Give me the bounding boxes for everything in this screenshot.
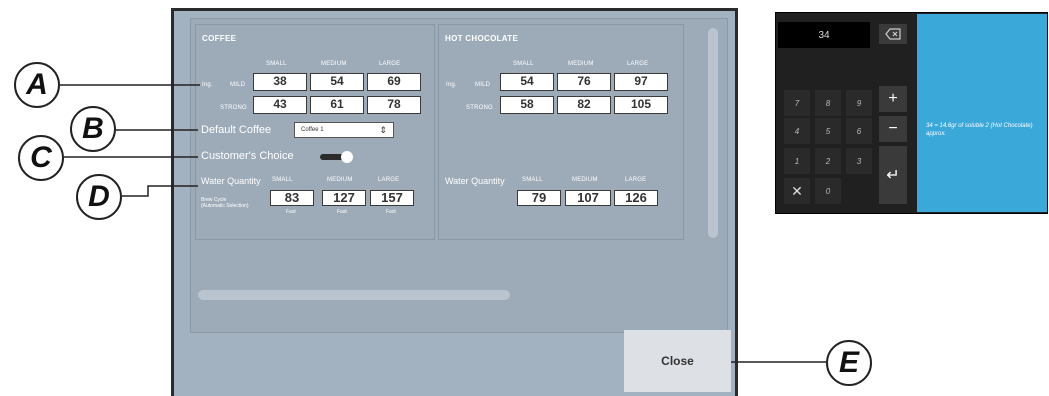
- keypad-conversion-message: 34 = 14.6gr of soluble 2 (Hot Chocolate)…: [926, 123, 1033, 137]
- hot-chocolate-section: [438, 24, 684, 240]
- hc-strong-small-field[interactable]: 58: [500, 96, 554, 114]
- hot-chocolate-title: HOT CHOCOLATE: [445, 34, 519, 43]
- default-coffee-value: Coffee 1: [301, 127, 324, 133]
- minus-key[interactable]: −: [879, 116, 907, 142]
- backspace-key[interactable]: [879, 24, 907, 44]
- coffee-mild-large-field[interactable]: 69: [367, 73, 421, 91]
- hc-water-size-large: LARGE: [625, 177, 647, 183]
- enter-icon: ↵: [886, 167, 900, 184]
- key-2[interactable]: 2: [815, 148, 841, 174]
- coffee-strong-label: STRONG: [220, 105, 247, 111]
- hc-mild-large-field[interactable]: 97: [614, 73, 668, 91]
- coffee-strong-small-field[interactable]: 43: [253, 96, 307, 114]
- callout-c: C: [18, 135, 64, 181]
- coffee-mild-medium-field[interactable]: 54: [310, 73, 364, 91]
- close-icon: ✕: [791, 182, 803, 199]
- customer-choice-toggle[interactable]: [320, 151, 354, 163]
- chevron-updown-icon: ⇕: [379, 125, 387, 135]
- coffee-mild-small-field[interactable]: 38: [253, 73, 307, 91]
- hc-mild-label: MILD: [475, 82, 491, 88]
- coffee-title: COFFEE: [202, 34, 237, 43]
- callout-a: A: [14, 62, 60, 108]
- customer-choice-label: Customer's Choice: [201, 150, 294, 162]
- plus-icon: +: [888, 90, 898, 107]
- coffee-strong-medium-field[interactable]: 61: [310, 96, 364, 114]
- hc-mild-medium-field[interactable]: 76: [557, 73, 611, 91]
- callout-b: B: [70, 106, 116, 152]
- coffee-size-small: SMALL: [266, 61, 287, 67]
- keypad-display: 34: [778, 22, 870, 48]
- keypad-info-panel: [917, 14, 1047, 212]
- coffee-water-large-field[interactable]: 157: [370, 190, 414, 206]
- coffee-strong-large-field[interactable]: 78: [367, 96, 421, 114]
- hc-size-large: LARGE: [627, 61, 649, 67]
- clear-key[interactable]: ✕: [784, 178, 810, 204]
- key-5[interactable]: 5: [815, 118, 841, 144]
- hc-water-size-small: SMALL: [522, 177, 543, 183]
- key-0[interactable]: 0: [815, 178, 841, 204]
- horizontal-scrollbar[interactable]: [198, 290, 510, 300]
- brew-large-value: Fast: [386, 209, 396, 215]
- enter-key[interactable]: ↵: [879, 146, 907, 204]
- key-1[interactable]: 1: [784, 148, 810, 174]
- key-4[interactable]: 4: [784, 118, 810, 144]
- coffee-water-size-large: LARGE: [378, 177, 400, 183]
- brew-small-value: Fast: [286, 209, 296, 215]
- vertical-scrollbar[interactable]: [708, 28, 718, 238]
- coffee-water-medium-field[interactable]: 127: [322, 190, 366, 206]
- coffee-water-size-small: SMALL: [272, 177, 293, 183]
- brew-cycle-label: Brew Cycle (Automatic Selection): [201, 197, 249, 209]
- callout-e: E: [826, 340, 872, 386]
- coffee-water-small-field[interactable]: 83: [270, 190, 314, 206]
- default-coffee-label: Default Coffee: [201, 124, 272, 136]
- minus-icon: −: [888, 120, 898, 137]
- hc-water-large-field[interactable]: 126: [614, 190, 658, 206]
- key-3[interactable]: 3: [846, 148, 872, 174]
- callout-d: D: [76, 174, 122, 220]
- hc-strong-large-field[interactable]: 105: [614, 96, 668, 114]
- hc-strong-medium-field[interactable]: 82: [557, 96, 611, 114]
- hc-water-small-field[interactable]: 79: [517, 190, 561, 206]
- key-8[interactable]: 8: [815, 90, 841, 116]
- coffee-ing-label: Ing.: [202, 82, 213, 88]
- hc-size-small: SMALL: [513, 61, 534, 67]
- hc-size-medium: MEDIUM: [568, 61, 594, 67]
- close-button[interactable]: Close: [624, 330, 731, 392]
- key-9[interactable]: 9: [846, 90, 872, 116]
- default-coffee-select[interactable]: Coffee 1 ⇕: [294, 122, 394, 138]
- key-6[interactable]: 6: [846, 118, 872, 144]
- coffee-size-large: LARGE: [379, 61, 401, 67]
- plus-key[interactable]: +: [879, 86, 907, 112]
- hc-water-medium-field[interactable]: 107: [565, 190, 611, 206]
- hc-water-label: Water Quantity: [445, 176, 505, 186]
- coffee-water-size-medium: MEDIUM: [327, 177, 353, 183]
- brew-medium-value: Fast: [337, 209, 347, 215]
- hc-ing-label: Ing.: [446, 82, 457, 88]
- coffee-size-medium: MEDIUM: [321, 61, 347, 67]
- coffee-water-label: Water Quantity: [201, 176, 261, 186]
- backspace-icon: [885, 28, 901, 40]
- hc-water-size-medium: MEDIUM: [572, 177, 598, 183]
- hc-mild-small-field[interactable]: 54: [500, 73, 554, 91]
- coffee-mild-label: MILD: [230, 82, 246, 88]
- hc-strong-label: STRONG: [466, 105, 493, 111]
- key-7[interactable]: 7: [784, 90, 810, 116]
